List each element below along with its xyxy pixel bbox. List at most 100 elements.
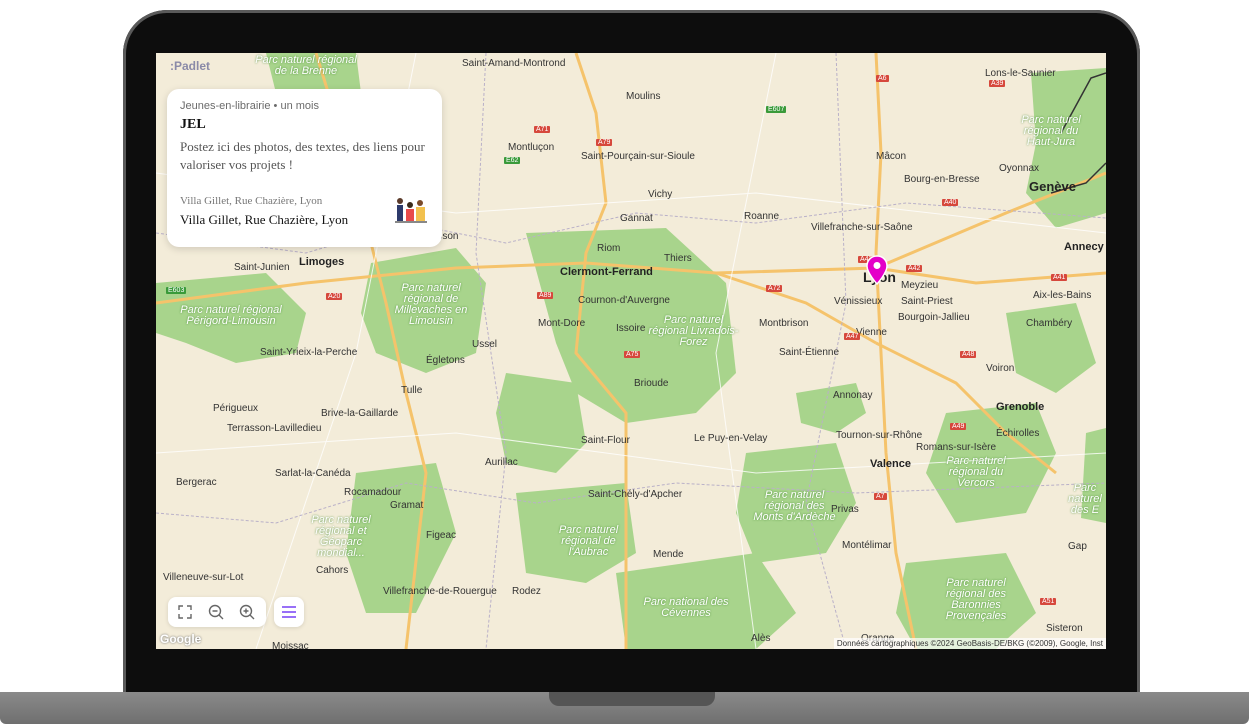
post-thumbnail-icon [395,198,427,223]
city-label: Villeneuve-sur-Lot [163,572,244,583]
city-label: Montbrison [759,318,809,329]
fullscreen-icon[interactable] [174,601,196,623]
park-label: Parc naturel régional de l'Aubrac [558,524,619,558]
post-address-secondary: Villa Gillet, Rue Chazière, Lyon [180,195,323,207]
list-view-button[interactable] [274,597,304,627]
city-label: Aix-les-Bains [1033,290,1092,301]
city-label: Clermont-Ferrand [560,266,653,278]
post-card[interactable]: Jeunes-en-librairie • un mois JEL Postez… [167,89,442,247]
city-label: Cournon-d'Auvergne [578,295,670,306]
road-shield: A42 [906,265,923,272]
road-shield: A39 [989,80,1006,87]
padlet-logo[interactable]: :Padlet [170,59,210,73]
city-label: Vénissieux [834,296,883,307]
city-label: Villefranche-sur-Saône [811,222,913,233]
city-label: Saint-Junien [234,262,290,273]
city-label: Vichy [648,189,673,200]
park-label: Parc national des Cévennes [643,596,729,619]
park-label: Parc naturel régional de la Brenne [255,54,357,77]
city-label: Tulle [401,385,423,396]
road-shield: A40 [942,199,959,206]
city-label: Gap [1068,541,1087,552]
city-label: Saint-Priest [901,296,953,307]
city-label: Cahors [316,565,349,576]
city-label: Saint-Flour [581,435,630,446]
city-label: Moulins [626,91,661,102]
city-label: Bourgoin-Jallieu [898,312,970,323]
road-shield: A48 [960,351,977,358]
city-label: Sisteron [1046,623,1083,634]
park-label: Parc naturel des E [1068,483,1102,516]
city-label: Valence [870,458,911,470]
road-shield: A20 [326,293,343,300]
road-shield: A71 [534,126,551,133]
city-label: Roanne [744,211,780,222]
city-label: Tournon-sur-Rhône [836,430,923,441]
city-label: Ussel [472,339,498,350]
road-shield: A6 [876,75,889,82]
zoom-out-icon[interactable] [205,601,227,623]
city-label: Mende [653,549,684,560]
location-pin-icon[interactable] [866,255,888,285]
city-label: Lons-le-Saunier [985,68,1056,79]
road-shield: A41 [1051,274,1068,281]
city-label: Annonay [833,390,873,401]
city-label: Romans-sur-Isère [916,442,997,453]
city-label: Bourg-en-Bresse [904,174,980,185]
city-label: Échirolles [996,428,1040,439]
city-label: Le Puy-en-Velay [694,433,768,444]
city-label: Mont-Dore [538,318,586,329]
city-label: Mâcon [876,151,907,162]
city-label: Saint-Étienne [779,347,840,358]
map-attribution[interactable]: Données cartographiques ©2024 GeoBasis-D… [833,638,1106,649]
map-screen[interactable]: Saint-Amand-Montrond Moulins Montluçon S… [156,53,1106,649]
city-label: Figeac [426,530,457,541]
city-label: Brive-la-Gaillarde [321,408,399,419]
laptop-notch [549,692,715,706]
city-label: Issoire [616,323,646,334]
park-label: Parc naturel régional et Géoparc mondial… [311,514,371,559]
city-label: Thiers [664,253,692,264]
city-label: Montluçon [508,142,555,153]
city-label: Voiron [986,363,1015,374]
post-address: Villa Gillet, Rue Chazière, Lyon [180,212,349,227]
zoom-in-icon[interactable] [236,601,258,623]
city-label: Grenoble [996,401,1045,413]
city-label: Aurillac [485,457,518,468]
road-shield: A75 [624,351,641,358]
post-description: Postez ici des photos, des textes, des l… [180,139,425,172]
city-label: Oyonnax [999,163,1040,174]
road-shield: A7 [874,493,887,500]
road-shield: A79 [596,139,613,146]
city-label: Montélimar [842,540,892,551]
road-shield: A47 [844,333,861,340]
city-label: Meyzieu [901,280,939,291]
post-meta: Jeunes-en-librairie • un mois [180,100,319,112]
city-label: Bergerac [176,477,217,488]
road-shield: E62 [504,157,521,164]
road-shield: A72 [766,285,783,292]
city-label: Terrasson-Lavilledieu [227,423,322,434]
city-label: Saint-Pourçain-sur-Sioule [581,151,695,162]
city-label: Annecy [1064,241,1104,253]
city-label: Villefranche-de-Rouergue [383,586,497,597]
park-label: Parc naturel régional du Haut-Jura [1021,114,1081,148]
post-title: JEL [180,117,206,132]
road-shield: A51 [1040,598,1057,605]
city-label: Sarlat-la-Canéda [275,468,351,479]
city-label: Moissac [272,641,309,649]
city-label: Chambéry [1026,318,1073,329]
city-label: Gramat [390,500,424,511]
city-label: Alès [751,633,771,644]
map-controls [168,597,266,627]
city-label: Limoges [299,256,345,268]
road-shield: E607 [766,106,787,113]
city-label: Rocamadour [344,487,402,498]
park-label: Parc naturel régional des Monts d'Ardèch… [753,489,836,523]
city-label: Gannat [620,213,653,224]
park-label: Parc naturel régional du Vercors [946,455,1006,489]
city-label: Périgueux [213,403,259,414]
park-label: Parc naturel régional des Baronnies Prov… [945,577,1007,622]
city-label: Genève [1029,179,1076,194]
city-label: Brioude [634,378,669,389]
